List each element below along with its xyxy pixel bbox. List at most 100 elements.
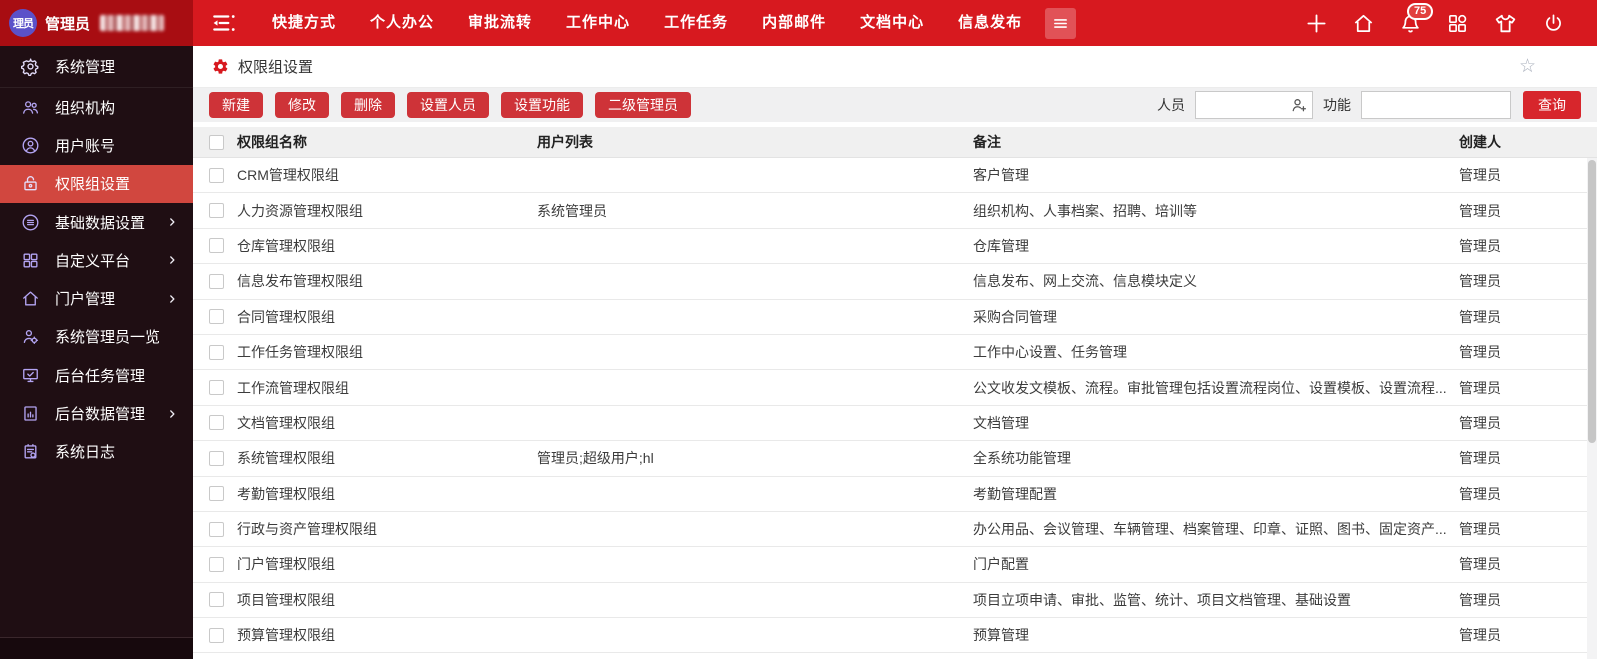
person-filter-label: 人员 xyxy=(1157,97,1185,113)
column-header-name[interactable]: 权限组名称 xyxy=(237,132,537,152)
row-checkbox[interactable] xyxy=(209,592,224,608)
sidebar-item-label: 后台数据管理 xyxy=(55,406,146,424)
cell-group-name: 工作任务管理权限组 xyxy=(237,344,363,361)
secondary-admin-button[interactable]: 二级管理员 xyxy=(595,92,691,118)
theme-shirt-icon[interactable] xyxy=(1493,11,1518,36)
notifications-button[interactable]: 75 xyxy=(1399,2,1434,35)
nav-item-0[interactable]: 快捷方式 xyxy=(255,0,353,46)
cell-remark: 客户管理 xyxy=(973,167,1029,184)
table-row[interactable]: CRM管理权限组 客户管理 管理员 xyxy=(193,158,1597,194)
sidebar-item-7[interactable]: 系统管理员一览 xyxy=(0,318,193,356)
column-header-creator[interactable]: 创建人 xyxy=(1457,132,1597,152)
delete-button[interactable]: 删除 xyxy=(341,92,395,118)
sidebar-item-label: 后台任务管理 xyxy=(55,367,146,385)
nav-item-3[interactable]: 工作中心 xyxy=(549,0,647,46)
cell-creator: 管理员 xyxy=(1459,485,1501,502)
table-header: 权限组名称 用户列表 备注 创建人 xyxy=(193,127,1597,158)
grid-icon xyxy=(21,251,40,270)
row-checkbox[interactable] xyxy=(209,309,224,325)
sidebar-item-label: 组织机构 xyxy=(55,99,116,117)
collapse-menu-icon[interactable] xyxy=(209,10,239,36)
nav-item-6[interactable]: 文档中心 xyxy=(843,0,941,46)
main-nav: 快捷方式 个人办公 审批流转 工作中心 工作任务 内部邮件 文档中心 信息发布 xyxy=(255,0,1039,46)
cell-group-name: 仓库管理权限组 xyxy=(237,237,335,254)
table-row[interactable]: 合同管理权限组 采购合同管理 管理员 xyxy=(193,299,1597,335)
favorite-star-icon[interactable]: ☆ xyxy=(1519,57,1536,76)
sidebar-item-3[interactable]: 权限组设置 xyxy=(0,164,193,203)
table-row[interactable]: 工作任务管理权限组 工作中心设置、任务管理 管理员 xyxy=(193,334,1597,371)
set-functions-button[interactable]: 设置功能 xyxy=(501,92,583,118)
person-add-icon[interactable] xyxy=(1290,96,1308,114)
table-row[interactable]: 工作流管理权限组 公文收发文模板、流程。审批管理包括设置流程岗位、设置模板、设置流… xyxy=(193,370,1597,406)
function-filter-input[interactable] xyxy=(1361,91,1511,119)
row-checkbox[interactable] xyxy=(209,344,224,360)
toolbar-filters: 人员 功能 查询 xyxy=(1157,91,1581,119)
sidebar-item-2[interactable]: 用户账号 xyxy=(0,126,193,164)
cell-creator: 管理员 xyxy=(1459,627,1501,644)
org-icon xyxy=(21,98,40,117)
row-checkbox[interactable] xyxy=(209,167,224,183)
edit-button[interactable]: 修改 xyxy=(275,92,329,118)
new-button[interactable]: 新建 xyxy=(209,92,263,118)
table-row[interactable]: 人力资源管理权限组 系统管理员 组织机构、人事档案、招聘、培训等 管理员 xyxy=(193,193,1597,229)
table-row[interactable]: 信息发布管理权限组 信息发布、网上交流、信息模块定义 管理员 xyxy=(193,264,1597,300)
table-row[interactable]: 项目管理权限组 项目立项申请、审批、监管、统计、项目文档管理、基础设置 管理员 xyxy=(193,582,1597,619)
cell-group-name: 合同管理权限组 xyxy=(237,308,335,325)
column-header-remark[interactable]: 备注 xyxy=(973,132,1457,152)
search-button[interactable]: 查询 xyxy=(1523,91,1581,119)
select-all-checkbox[interactable] xyxy=(209,134,224,150)
sidebar-item-label: 系统管理 xyxy=(55,59,116,76)
chevron-right-icon xyxy=(167,294,177,304)
row-checkbox[interactable] xyxy=(209,450,224,466)
row-checkbox[interactable] xyxy=(209,203,224,219)
cell-remark: 考勤管理配置 xyxy=(973,485,1057,502)
row-checkbox[interactable] xyxy=(209,238,224,254)
row-checkbox[interactable] xyxy=(209,415,224,431)
topbar-user-area[interactable]: 理员 管理员 xyxy=(0,0,193,46)
sidebar-item-8[interactable]: 后台任务管理 xyxy=(0,356,193,394)
cell-creator: 管理员 xyxy=(1459,273,1501,290)
row-checkbox[interactable] xyxy=(209,486,224,502)
add-icon[interactable] xyxy=(1305,12,1328,35)
nav-item-7[interactable]: 信息发布 xyxy=(941,0,1039,46)
task-icon xyxy=(21,366,40,385)
table-row[interactable]: 考勤管理权限组 考勤管理配置 管理员 xyxy=(193,476,1597,512)
table-row[interactable]: 仓库管理权限组 仓库管理 管理员 xyxy=(193,228,1597,265)
sidebar-item-9[interactable]: 后台数据管理 xyxy=(0,394,193,432)
logout-power-icon[interactable] xyxy=(1542,12,1565,35)
nav-item-5[interactable]: 内部邮件 xyxy=(745,0,843,46)
column-header-users[interactable]: 用户列表 xyxy=(537,132,973,152)
row-checkbox[interactable] xyxy=(209,380,224,396)
row-checkbox[interactable] xyxy=(209,273,224,289)
table-row[interactable]: 行政与资产管理权限组 办公用品、会议管理、车辆管理、档案管理、印章、证照、图书、固… xyxy=(193,511,1597,548)
home-icon[interactable] xyxy=(1352,12,1375,35)
table-row[interactable]: 文档管理权限组 文档管理 管理员 xyxy=(193,405,1597,442)
sidebar-item-label: 基础数据设置 xyxy=(55,214,146,232)
scrollbar-thumb[interactable] xyxy=(1588,160,1596,443)
cell-remark: 文档管理 xyxy=(973,414,1029,431)
row-checkbox[interactable] xyxy=(209,521,224,537)
row-checkbox[interactable] xyxy=(209,556,224,572)
vertical-scrollbar[interactable] xyxy=(1587,158,1597,659)
sidebar-item-0[interactable]: 系统管理 xyxy=(0,46,193,88)
sidebar-item-label: 用户账号 xyxy=(55,137,116,155)
nav-item-2[interactable]: 审批流转 xyxy=(451,0,549,46)
sidebar-item-6[interactable]: 门户管理 xyxy=(0,279,193,317)
table-row[interactable]: 预算管理权限组 预算管理 管理员 xyxy=(193,618,1597,654)
sidebar-item-5[interactable]: 自定义平台 xyxy=(0,241,193,279)
table-row[interactable]: 门户管理权限组 门户配置 管理员 xyxy=(193,547,1597,583)
sidebar-item-10[interactable]: 系统日志 xyxy=(0,433,193,471)
sidebar-item-4[interactable]: 基础数据设置 xyxy=(0,203,193,241)
sidebar-item-1[interactable]: 组织机构 xyxy=(0,88,193,126)
table-row[interactable]: 系统管理权限组 管理员;超级用户;hl 全系统功能管理 管理员 xyxy=(193,441,1597,477)
nav-item-1[interactable]: 个人办公 xyxy=(353,0,451,46)
more-menu-button[interactable] xyxy=(1045,7,1077,39)
nav-item-4[interactable]: 工作任务 xyxy=(647,0,745,46)
sidebar-item-label: 权限组设置 xyxy=(55,176,131,194)
cell-group-name: CRM管理权限组 xyxy=(237,167,339,184)
apps-icon[interactable] xyxy=(1446,12,1469,35)
cell-user-list: 系统管理员 xyxy=(537,202,607,219)
set-members-button[interactable]: 设置人员 xyxy=(407,92,489,118)
avatar[interactable]: 理员 xyxy=(9,9,37,37)
row-checkbox[interactable] xyxy=(209,627,224,643)
